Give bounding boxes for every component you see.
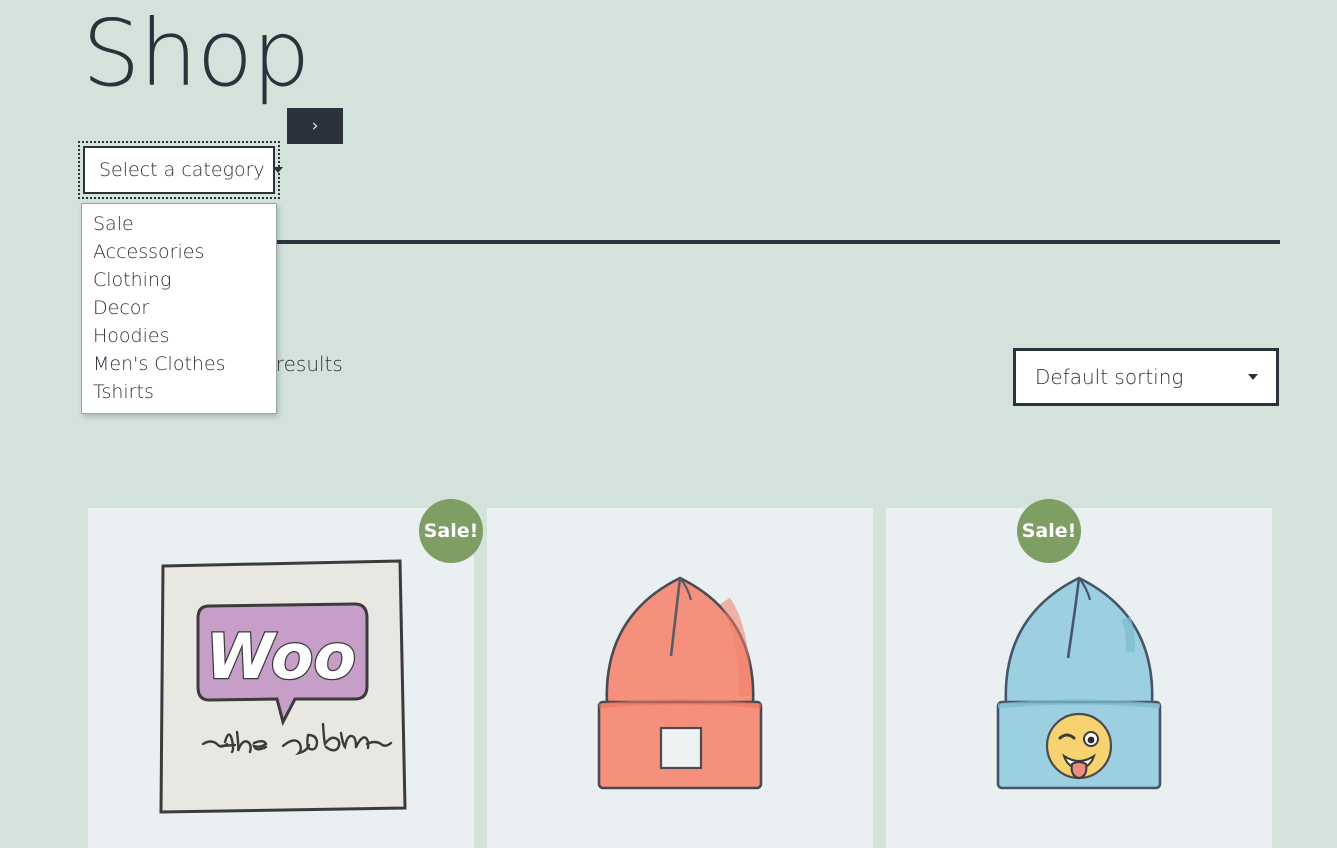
status-badge-sale: Sale!: [419, 499, 483, 563]
dropdown-option-accessories[interactable]: Accessories: [82, 238, 276, 266]
page-title: Shop: [82, 0, 310, 107]
sorting-select-label: Default sorting: [1035, 365, 1184, 389]
chevron-right-icon: ›: [311, 116, 319, 136]
chevron-down-icon: [272, 167, 283, 173]
section-divider: [268, 240, 1280, 244]
dropdown-option-hoodies[interactable]: Hoodies: [82, 322, 276, 350]
product-card[interactable]: [487, 508, 873, 848]
product-grid: Woo: [88, 508, 1337, 848]
svg-text:Woo: Woo: [206, 620, 356, 693]
category-select-label: Select a category: [99, 159, 265, 181]
category-submit-button[interactable]: ›: [287, 108, 343, 144]
dropdown-option-tshirts[interactable]: Tshirts: [82, 378, 276, 406]
woo-album-artwork-svg: Woo: [159, 559, 407, 814]
dropdown-option-sale[interactable]: Sale: [82, 210, 276, 238]
dropdown-option-mens-clothes[interactable]: Men's Clothes: [82, 350, 276, 378]
category-select[interactable]: Select a category: [83, 146, 283, 194]
product-card[interactable]: [886, 508, 1272, 848]
dropdown-option-clothing[interactable]: Clothing: [82, 266, 276, 294]
product-image-blue-beanie[interactable]: [886, 508, 1272, 848]
category-dropdown-list[interactable]: Sale Accessories Clothing Decor Hoodies …: [81, 203, 277, 414]
orange-beanie-svg: [597, 576, 763, 790]
product-card[interactable]: Woo: [88, 508, 474, 848]
status-badge-sale: Sale!: [1017, 499, 1081, 563]
chevron-down-icon: [1248, 374, 1258, 380]
sorting-select[interactable]: Default sorting: [1013, 348, 1279, 406]
product-image-album[interactable]: Woo: [88, 508, 474, 848]
blue-beanie-emoji-svg: [996, 576, 1162, 790]
category-select-focus-ring: Select a category: [78, 141, 283, 199]
dropdown-option-decor[interactable]: Decor: [82, 294, 276, 322]
product-image-orange-beanie[interactable]: [487, 508, 873, 848]
